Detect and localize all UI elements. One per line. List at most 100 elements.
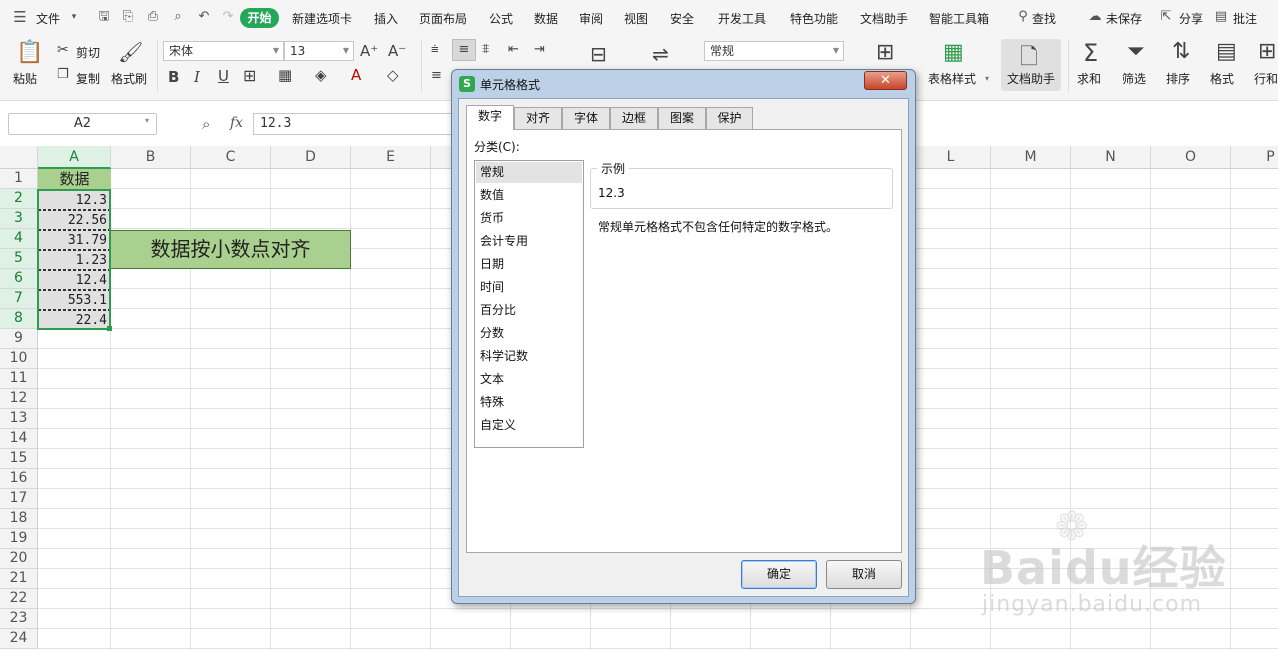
row-header-24[interactable]: 24	[0, 629, 38, 649]
cell-a6[interactable]: 12.4	[38, 270, 111, 290]
rowcol-icon[interactable]: ⊞	[1258, 39, 1276, 64]
column-header-n[interactable]: N	[1071, 146, 1151, 169]
chevron-down-icon[interactable]: ▾	[985, 74, 989, 83]
row-header-14[interactable]: 14	[0, 429, 38, 449]
cell-a1[interactable]: 数据	[38, 169, 111, 189]
note-merged-cell[interactable]: 数据按小数点对齐	[110, 230, 351, 269]
row-header-9[interactable]: 9	[0, 329, 38, 349]
row-header-23[interactable]: 23	[0, 609, 38, 629]
row-header-22[interactable]: 22	[0, 589, 38, 609]
fx-icon[interactable]: fx	[230, 115, 243, 131]
search-icon[interactable]: ⚲	[1015, 9, 1031, 25]
column-header-e[interactable]: E	[351, 146, 431, 169]
row-header-21[interactable]: 21	[0, 569, 38, 589]
indent-icon[interactable]: ⇥	[534, 42, 545, 57]
tab-formula[interactable]: 公式	[489, 10, 513, 27]
sum-button[interactable]: 求和	[1077, 70, 1101, 87]
ok-button[interactable]: 确定	[741, 560, 817, 589]
row-header-13[interactable]: 13	[0, 409, 38, 429]
redo-icon[interactable]: ↷	[220, 9, 236, 25]
print-icon[interactable]: ⎙	[145, 9, 161, 25]
tab-font[interactable]: 字体	[562, 107, 610, 129]
category-item[interactable]: 会计专用	[476, 231, 582, 252]
tab-border[interactable]: 边框	[610, 107, 658, 129]
share-button[interactable]: 分享	[1179, 10, 1203, 27]
tab-features[interactable]: 特色功能	[790, 10, 838, 27]
cell-a7[interactable]: 553.1	[38, 290, 111, 310]
row-header-15[interactable]: 15	[0, 449, 38, 469]
category-item[interactable]: 常规	[476, 162, 582, 183]
format-icon[interactable]: ▤	[1216, 39, 1237, 64]
zoom-icon[interactable]: ⌕	[202, 115, 210, 133]
scissors-icon[interactable]: ✂	[57, 42, 69, 58]
name-box[interactable]: A2	[8, 113, 157, 135]
row-header-4[interactable]: 4	[0, 229, 38, 249]
row-header-6[interactable]: 6	[0, 269, 38, 289]
conditional-format-icon[interactable]: ⊞	[876, 40, 894, 65]
align-top-icon[interactable]: ⩧	[431, 42, 439, 57]
font-name-select[interactable]: 宋体 ▼	[163, 41, 284, 61]
rowcol-button[interactable]: 行和	[1254, 70, 1278, 87]
row-header-8[interactable]: 8	[0, 309, 38, 329]
fill-handle[interactable]	[107, 326, 112, 331]
category-item[interactable]: 特殊	[476, 392, 582, 413]
column-header-b[interactable]: B	[111, 146, 191, 169]
undo-icon[interactable]: ↶	[196, 9, 212, 25]
save-icon[interactable]: 🖫	[96, 9, 112, 25]
tab-home[interactable]: 开始	[240, 8, 279, 28]
outdent-icon[interactable]: ⇤	[508, 42, 519, 57]
bold-icon[interactable]: B	[168, 68, 179, 86]
tab-smart-toolbox[interactable]: 智能工具箱	[929, 10, 989, 27]
chevron-down-icon[interactable]: ▾	[145, 116, 149, 125]
row-header-19[interactable]: 19	[0, 529, 38, 549]
font-size-select[interactable]: 13 ▼	[284, 41, 354, 61]
tab-number[interactable]: 数字	[466, 105, 514, 130]
hamburger-icon[interactable]: ☰	[12, 9, 28, 25]
number-format-select[interactable]: 常规 ▼	[704, 41, 844, 61]
tab-view[interactable]: 视图	[624, 10, 648, 27]
tab-security[interactable]: 安全	[670, 10, 694, 27]
format-painter-button[interactable]: 格式刷	[111, 70, 147, 87]
formula-input[interactable]: 12.3	[253, 113, 453, 135]
cell-a2[interactable]: 12.3	[38, 190, 111, 210]
tab-developer[interactable]: 开发工具	[718, 10, 766, 27]
italic-icon[interactable]: I	[194, 68, 200, 86]
tab-alignment[interactable]: 对齐	[514, 107, 562, 129]
row-header-5[interactable]: 5	[0, 249, 38, 269]
row-header-3[interactable]: 3	[0, 209, 38, 229]
column-header-m[interactable]: M	[991, 146, 1071, 169]
decrease-font-icon[interactable]: A⁻	[388, 42, 406, 60]
font-color-icon[interactable]: A	[351, 66, 361, 84]
format-button[interactable]: 格式	[1210, 70, 1234, 87]
select-all-corner[interactable]	[0, 146, 38, 169]
category-item[interactable]: 货币	[476, 208, 582, 229]
column-header-a[interactable]: A	[38, 146, 111, 169]
tab-doc-assistant[interactable]: 文档助手	[860, 10, 908, 27]
category-item[interactable]: 百分比	[476, 300, 582, 321]
file-menu[interactable]: 文件	[36, 10, 60, 27]
align-left-icon[interactable]: ≡	[431, 68, 442, 83]
chevron-down-icon[interactable]: ▾	[66, 9, 82, 25]
cell-a4[interactable]: 31.79	[38, 230, 111, 250]
row-header-7[interactable]: 7	[0, 289, 38, 309]
paste-button[interactable]: 粘贴	[13, 70, 37, 87]
paste-icon[interactable]: 📋	[16, 40, 43, 65]
cut-button[interactable]: 剪切	[76, 44, 100, 61]
column-header-o[interactable]: O	[1151, 146, 1231, 169]
sort-button[interactable]: 排序	[1166, 70, 1190, 87]
copy-icon[interactable]: ❐	[57, 67, 69, 82]
cell-a8[interactable]: 22.4	[38, 310, 111, 330]
align-middle-icon[interactable]: ≡	[452, 39, 476, 61]
tab-page-layout[interactable]: 页面布局	[419, 10, 467, 27]
row-header-2[interactable]: 2	[0, 189, 38, 209]
row-header-11[interactable]: 11	[0, 369, 38, 389]
column-header-l[interactable]: L	[911, 146, 991, 169]
row-header-17[interactable]: 17	[0, 489, 38, 509]
wrap-text-icon[interactable]: ⇌	[652, 42, 669, 66]
column-header-c[interactable]: C	[191, 146, 271, 169]
border-icon[interactable]: ⊞	[243, 66, 256, 85]
copy-button[interactable]: 复制	[76, 70, 100, 87]
unsaved-status[interactable]: 未保存	[1106, 10, 1142, 27]
category-item[interactable]: 自定义	[476, 415, 582, 436]
cell-a3[interactable]: 22.56	[38, 210, 111, 230]
